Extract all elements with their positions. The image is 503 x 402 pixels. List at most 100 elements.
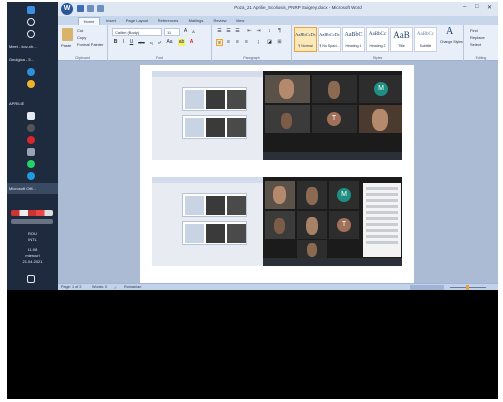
show-marks-icon[interactable]: ¶ [276,28,283,35]
minimize-button[interactable]: – [463,4,466,10]
undo-icon[interactable] [87,5,94,12]
select-button[interactable]: Select [470,42,481,47]
format-painter-button[interactable]: Format Painter [77,42,103,47]
line-spacing-icon[interactable]: ↨ [255,39,262,46]
style-no-spacing[interactable]: AaBbCcDc ¶ No Spaci... [318,27,341,52]
paste-button[interactable]: Paste [61,43,71,48]
align-right-icon[interactable]: ≡ [234,39,241,46]
inserted-screenshot-2[interactable]: M T [152,177,402,266]
style-normal[interactable]: AaBbCcDc ¶ Normal [294,27,317,52]
participant-tile [265,211,295,239]
taskbar: Meet - kov-ch... Geolgica - 5... APRILIE… [7,2,58,290]
taskbar-item-meet[interactable]: Meet - kov-ch... [7,41,58,52]
screenshot-word-view [152,177,263,266]
chrome-icon[interactable] [27,68,35,76]
align-center-icon[interactable]: ≡ [225,39,232,46]
page-count[interactable]: Page: 1 of 2 [61,285,81,289]
tab-insert[interactable]: Insert [102,17,120,25]
search-icon[interactable] [27,18,35,26]
strikethrough-button[interactable]: abc [138,39,145,46]
save-icon[interactable] [77,5,84,12]
inserted-screenshot-1[interactable]: M T [152,71,402,160]
document-area[interactable]: M T M T [58,61,498,283]
font-color-icon[interactable]: A [188,39,195,46]
redo-icon[interactable] [97,5,104,12]
font-name-box[interactable]: Calibri (Body) [112,28,162,36]
numbering-icon[interactable]: ☰ [225,28,232,35]
decrease-indent-icon[interactable]: ⇤ [246,28,253,35]
language-indicator[interactable]: Romanian [124,285,141,289]
tab-home[interactable]: Home [78,17,100,25]
superscript-button[interactable]: x² [156,39,163,46]
participant-tile [312,75,357,103]
style-sample: AaBbCc [416,32,435,37]
justify-icon[interactable]: ≡ [243,39,250,46]
shading-icon[interactable]: ◪ [266,39,273,46]
tab-mailings[interactable]: Mailings [184,17,208,25]
editing-group: Find Replace Select Editing [464,25,498,61]
opera-icon[interactable] [27,136,35,144]
replace-button[interactable]: Replace [470,35,485,40]
tab-page-layout[interactable]: Page Layout [122,17,152,25]
style-subtitle[interactable]: AaBbCc Subtitle [414,27,437,52]
screenshot-page [182,221,247,245]
cut-button[interactable]: Cut [77,28,83,33]
close-button[interactable]: ✕ [487,4,492,11]
multilevel-list-icon[interactable]: ☰ [234,28,241,35]
bullets-icon[interactable]: ☰ [216,28,223,35]
paste-icon[interactable] [62,28,73,41]
style-name: Subtitle [419,44,432,48]
increase-indent-icon[interactable]: ⇥ [255,28,262,35]
font-size-value: 11 [167,30,172,35]
emoji-app-icon[interactable] [27,80,35,88]
start-icon[interactable] [27,6,35,14]
camera-icon[interactable] [27,124,35,132]
document-page[interactable]: M T M T [140,65,414,283]
style-title[interactable]: AaB Title [390,27,413,52]
align-left-icon[interactable]: ≡ [216,39,223,46]
tab-references[interactable]: References [154,17,182,25]
shrink-font-icon[interactable]: A [190,28,197,35]
zoom-slider-thumb[interactable] [466,285,469,290]
notifications-icon[interactable] [27,275,35,283]
sort-icon[interactable]: ↕ [266,28,273,35]
proofing-icon[interactable]: ✓ [114,285,117,290]
tray-icons[interactable] [11,210,53,216]
bold-button[interactable]: B [112,39,119,46]
view-buttons[interactable] [410,285,444,290]
tab-view[interactable]: View [232,17,248,25]
style-name: ¶ Normal [298,44,313,48]
whatsapp-icon[interactable] [27,160,35,168]
tab-review[interactable]: Review [210,17,230,25]
clipboard-group: Paste Cut Copy Format Painter Clipboard [58,25,108,61]
taskbar-item-word[interactable]: Microsoft Offi... [7,183,58,194]
taskbar-clock[interactable]: ROU INTL 11:08 miercuri 21.04.2021 [7,231,58,265]
copy-button[interactable]: Copy [77,35,86,40]
find-button[interactable]: Find [470,28,478,33]
underline-button[interactable]: U [128,39,135,46]
change-case-button[interactable]: Aa [166,39,173,46]
tray-icons-2[interactable] [11,219,53,224]
style-heading-2[interactable]: AaBbCc Heading 2 [366,27,389,52]
grow-font-icon[interactable]: A [182,28,189,35]
taskbar-item-folder[interactable]: APRILIE [7,98,58,109]
maximize-button[interactable]: □ [475,4,479,10]
store-icon[interactable] [27,112,35,120]
office-button[interactable]: W [61,3,73,15]
subscript-button[interactable]: x₂ [148,39,155,46]
change-styles-button[interactable]: A Change Styles [440,27,463,52]
style-name: Title [398,44,405,48]
word-count[interactable]: Words: 0 [92,285,107,289]
phone-icon[interactable] [27,148,35,156]
style-sample: AaBbCcDc [319,32,340,37]
italic-button[interactable]: I [120,39,127,46]
borders-icon[interactable]: ⊞ [276,39,283,46]
taskbar-item-chrome[interactable]: Geolgica - 5... [7,54,58,65]
clock-date: 21.04.2021 [22,259,43,264]
edge-icon[interactable] [27,172,35,180]
task-view-icon[interactable] [27,30,35,38]
highlight-color-icon[interactable]: ab [178,39,185,46]
styles-group: AaBbCcDc ¶ Normal AaBbCcDc ¶ No Spaci...… [292,25,464,61]
font-size-box[interactable]: 11 [164,28,180,36]
style-heading-1[interactable]: AaBbC Heading 1 [342,27,365,52]
